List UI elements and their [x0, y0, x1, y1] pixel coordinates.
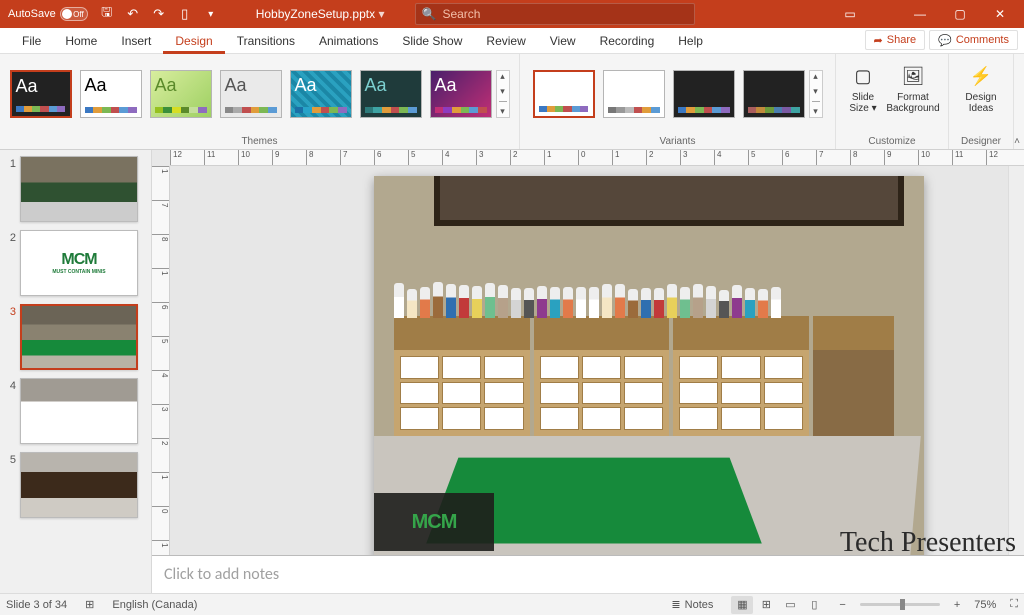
- theme-thumb-7[interactable]: Aa: [430, 70, 492, 118]
- comments-button[interactable]: 💬Comments: [929, 30, 1018, 50]
- tab-recording[interactable]: Recording: [588, 29, 667, 53]
- minimize-icon[interactable]: —: [900, 0, 940, 28]
- language-indicator[interactable]: English (Canada): [112, 599, 197, 611]
- share-icon: ➦: [874, 34, 883, 47]
- variant-thumb-4[interactable]: [743, 70, 805, 118]
- ruler-vertical: 17816543210123456789: [152, 166, 170, 555]
- ribbon-tabs: File Home Insert Design Transitions Anim…: [0, 28, 1024, 54]
- tab-animations[interactable]: Animations: [307, 29, 390, 53]
- slide-counter[interactable]: Slide 3 of 34: [6, 599, 67, 611]
- reading-view-icon[interactable]: ▭: [779, 596, 801, 614]
- normal-view-icon[interactable]: ▦: [731, 596, 753, 614]
- thumbnail-1[interactable]: 1: [4, 156, 147, 222]
- thumbnail-3[interactable]: 3: [4, 304, 147, 370]
- designer-group-label: Designer: [961, 133, 1001, 149]
- themes-gallery[interactable]: Aa Aa Aa Aa Aa Aa Aa ▴▾▾: [2, 54, 518, 133]
- share-button[interactable]: ➦Share: [865, 30, 926, 50]
- save-icon[interactable]: 🖫: [96, 2, 118, 26]
- zoom-out-icon[interactable]: −: [839, 599, 845, 611]
- start-from-beginning-icon[interactable]: ▯: [174, 2, 196, 26]
- variants-group-label: Variants: [660, 133, 696, 149]
- tab-review[interactable]: Review: [474, 29, 537, 53]
- zoom-in-icon[interactable]: +: [954, 599, 960, 611]
- format-background-icon: 🖼: [899, 62, 927, 90]
- qat-overflow-icon[interactable]: ▾: [200, 2, 222, 26]
- slide-size-icon: ▢: [849, 62, 877, 90]
- mcm-logo-overlay: MCM: [374, 493, 494, 551]
- notes-icon: ≣: [671, 598, 680, 611]
- slide-thumbnails-panel[interactable]: 1 2MCMMUST CONTAIN MINIS 3 4 5: [0, 150, 152, 593]
- undo-icon[interactable]: ↶: [122, 2, 144, 26]
- tab-transitions[interactable]: Transitions: [225, 29, 307, 53]
- tab-view[interactable]: View: [538, 29, 588, 53]
- zoom-level[interactable]: 75%: [974, 599, 996, 611]
- document-title: HobbyZoneSetup.pptx ▾: [226, 7, 415, 21]
- tab-insert[interactable]: Insert: [109, 29, 163, 53]
- design-ideas-icon: ⚡: [967, 62, 995, 90]
- ribbon-options-icon[interactable]: ▭: [830, 0, 870, 28]
- slideshow-view-icon[interactable]: ▯: [803, 596, 825, 614]
- format-background-button[interactable]: 🖼Format Background: [886, 60, 940, 127]
- notes-pane[interactable]: Click to add notes: [152, 555, 1024, 593]
- sorter-view-icon[interactable]: ⊞: [755, 596, 777, 614]
- theme-thumb-6[interactable]: Aa: [360, 70, 422, 118]
- accessibility-icon[interactable]: ⊞: [81, 598, 98, 611]
- tab-design[interactable]: Design: [163, 30, 224, 54]
- tab-slideshow[interactable]: Slide Show: [390, 29, 474, 53]
- comment-icon: 💬: [938, 34, 952, 47]
- zoom-slider[interactable]: [860, 603, 940, 606]
- variant-thumb-2[interactable]: [603, 70, 665, 118]
- close-icon[interactable]: ✕: [980, 0, 1020, 28]
- tab-home[interactable]: Home: [53, 29, 109, 53]
- variant-thumb-3[interactable]: [673, 70, 735, 118]
- thumbnail-5[interactable]: 5: [4, 452, 147, 518]
- edit-area: 1211109876543210123456789101112 17816543…: [152, 150, 1024, 593]
- notes-button[interactable]: ≣Notes: [667, 598, 717, 611]
- scrollbar-vertical[interactable]: [1008, 166, 1024, 555]
- search-input[interactable]: 🔍 Search: [415, 3, 695, 25]
- thumbnail-2[interactable]: 2MCMMUST CONTAIN MINIS: [4, 230, 147, 296]
- workspace: 1 2MCMMUST CONTAIN MINIS 3 4 5 121110987…: [0, 150, 1024, 593]
- fit-to-window-icon[interactable]: ⛶: [1010, 598, 1018, 611]
- search-icon: 🔍: [422, 7, 437, 21]
- statusbar: Slide 3 of 34 ⊞ English (Canada) ≣Notes …: [0, 593, 1024, 615]
- theme-thumb-2[interactable]: Aa: [80, 70, 142, 118]
- design-ideas-button[interactable]: ⚡Design Ideas: [957, 60, 1005, 127]
- theme-thumb-3[interactable]: Aa: [150, 70, 212, 118]
- redo-icon[interactable]: ↷: [148, 2, 170, 26]
- themes-group-label: Themes: [241, 133, 277, 149]
- slide-canvas[interactable]: MCM: [170, 166, 1008, 555]
- collapse-ribbon-icon[interactable]: ˄: [1014, 136, 1020, 147]
- theme-thumb-5[interactable]: Aa: [290, 70, 352, 118]
- variants-gallery[interactable]: ▴▾▾: [525, 54, 831, 133]
- slide-size-button[interactable]: ▢Slide Size ▾: [844, 60, 882, 127]
- ruler-horizontal: 1211109876543210123456789101112: [170, 150, 1024, 166]
- autosave-label: AutoSave: [8, 8, 56, 20]
- variant-thumb-1[interactable]: [533, 70, 595, 118]
- tab-help[interactable]: Help: [666, 29, 715, 53]
- theme-thumb-1[interactable]: Aa: [10, 70, 72, 118]
- theme-thumb-4[interactable]: Aa: [220, 70, 282, 118]
- titlebar: AutoSave Off 🖫 ↶ ↷ ▯ ▾ HobbyZoneSetup.pp…: [0, 0, 1024, 28]
- autosave-toggle[interactable]: Off: [60, 7, 88, 21]
- tab-file[interactable]: File: [10, 29, 53, 53]
- current-slide[interactable]: MCM: [374, 176, 924, 555]
- maximize-icon[interactable]: ▢: [940, 0, 980, 28]
- thumbnail-4[interactable]: 4: [4, 378, 147, 444]
- ribbon: Aa Aa Aa Aa Aa Aa Aa ▴▾▾ Themes ▴▾▾ Vari…: [0, 54, 1024, 150]
- autosave[interactable]: AutoSave Off: [4, 7, 92, 21]
- themes-more-icon[interactable]: ▴▾▾: [496, 70, 510, 118]
- variants-more-icon[interactable]: ▴▾▾: [809, 70, 823, 118]
- customize-group-label: Customize: [868, 133, 915, 149]
